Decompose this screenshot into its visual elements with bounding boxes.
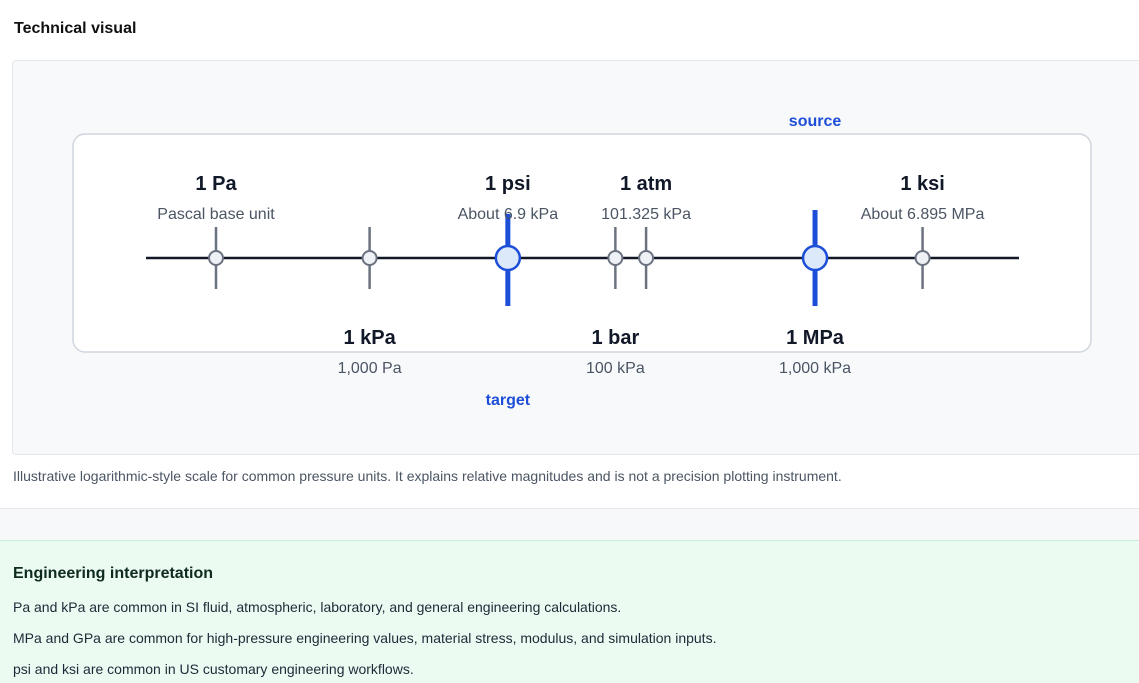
- marker-node-target: [494, 244, 522, 272]
- unit-name-label: 1 psi: [485, 173, 531, 195]
- interpretation-line: psi and ksi are common in US customary e…: [13, 661, 414, 677]
- section-title: Technical visual: [14, 20, 137, 37]
- unit-node: [361, 250, 378, 266]
- interpretation-title: Engineering interpretation: [13, 565, 214, 582]
- unit-description-label: Pascal base unit: [157, 206, 275, 223]
- unit-name-label: 1 bar: [591, 327, 639, 349]
- unit-description-label: 101.325 kPa: [601, 206, 691, 223]
- unit-name-label: 1 atm: [620, 173, 672, 195]
- marker-node-source: [801, 244, 829, 272]
- section-divider: [0, 508, 1139, 541]
- role-label-target: target: [486, 392, 531, 409]
- engineering-interpretation: Engineering interpretation Pa and kPa ar…: [0, 540, 1139, 683]
- pressure-scale-diagram: 1 Pa Pascal base unit 1 kPa 1,000 Pa 1 psi Ab…: [72, 113, 1092, 409]
- unit-node: [914, 250, 931, 266]
- unit-node: [638, 250, 655, 266]
- unit-name-label: 1 ksi: [900, 173, 944, 195]
- unit-description-label: 1,000 Pa: [338, 360, 402, 377]
- unit-node: [208, 250, 224, 266]
- pressure-scale-panel: 1 Pa Pascal base unit 1 kPa 1,000 Pa 1 psi Ab…: [12, 60, 1139, 455]
- interpretation-line: MPa and GPa are common for high-pressure…: [13, 630, 717, 646]
- unit-description-label: About 6.9 kPa: [458, 206, 559, 223]
- diagram-caption: Illustrative logarithmic-style scale for…: [13, 468, 842, 484]
- unit-description-label: About 6.895 MPa: [861, 206, 985, 223]
- unit-description-label: 1,000 kPa: [779, 360, 851, 377]
- role-label-source: source: [789, 113, 842, 130]
- unit-name-label: 1 kPa: [343, 327, 396, 349]
- unit-node: [607, 250, 624, 266]
- unit-description-label: 100 kPa: [586, 360, 645, 377]
- scale-frame: [72, 133, 1092, 353]
- unit-name-label: 1 Pa: [195, 173, 237, 195]
- unit-name-label: 1 MPa: [786, 327, 845, 349]
- interpretation-line: Pa and kPa are common in SI fluid, atmos…: [13, 599, 622, 615]
